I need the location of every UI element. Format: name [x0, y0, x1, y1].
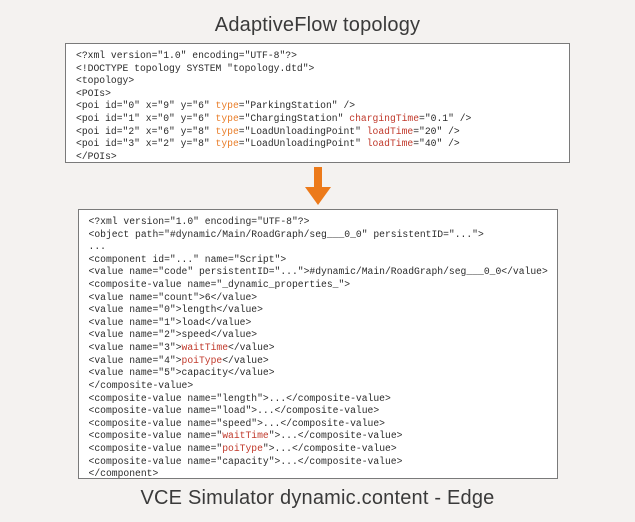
arrow-wrap — [0, 163, 635, 209]
topology-xml-code: <?xml version="1.0" encoding="UTF-8"?> <… — [65, 43, 570, 163]
down-arrow-icon — [303, 165, 333, 207]
simulator-xml-code: <?xml version="1.0" encoding="UTF-8"?> <… — [78, 209, 558, 479]
title-top: AdaptiveFlow topology — [0, 0, 635, 43]
title-bottom: VCE Simulator dynamic.content - Edge — [0, 479, 635, 520]
page-root: AdaptiveFlow topology <?xml version="1.0… — [0, 0, 635, 522]
